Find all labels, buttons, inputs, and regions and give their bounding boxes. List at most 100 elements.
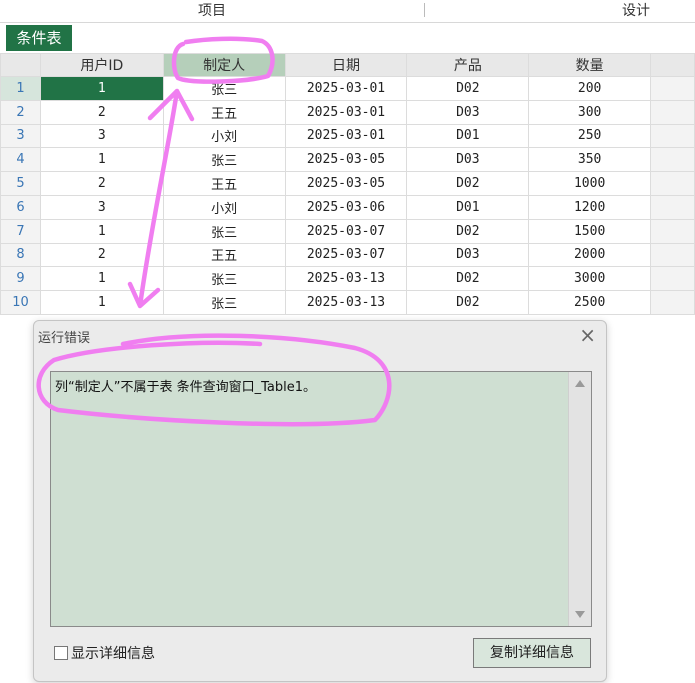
cell-creator[interactable]: 王五 xyxy=(162,242,286,268)
cell-date[interactable]: 2025-03-01 xyxy=(284,123,408,149)
cell-quantity[interactable]: 200 xyxy=(528,76,652,101)
cell-date[interactable]: 2025-03-05 xyxy=(284,147,408,173)
cell-quantity[interactable]: 1200 xyxy=(528,194,652,220)
table-row[interactable]: 1 1 张三 2025-03-01 D02 200 xyxy=(0,76,695,101)
table-row[interactable]: 2 2 王五 2025-03-01 D03 300 xyxy=(0,99,695,125)
cell-user-id[interactable]: 1 xyxy=(39,76,164,101)
row-number[interactable]: 3 xyxy=(0,123,41,149)
cell-quantity[interactable]: 1000 xyxy=(528,171,652,196)
cell-date[interactable]: 2025-03-05 xyxy=(284,171,408,196)
cell-user-id[interactable]: 2 xyxy=(39,242,164,268)
corner-cell[interactable] xyxy=(0,53,41,77)
grid-filler xyxy=(650,53,695,77)
top-bar: 项目 设计 xyxy=(0,0,695,23)
cell-user-id[interactable]: 2 xyxy=(39,171,164,196)
cell-product[interactable]: D03 xyxy=(406,99,530,125)
row-number[interactable]: 9 xyxy=(0,266,41,292)
cell-product[interactable]: D02 xyxy=(406,290,530,315)
cell-user-id[interactable]: 3 xyxy=(39,194,164,220)
grid-filler xyxy=(650,99,695,125)
grid-filler xyxy=(650,290,695,315)
table-row[interactable]: 5 2 王五 2025-03-05 D02 1000 xyxy=(0,171,695,196)
cell-product[interactable]: D02 xyxy=(406,218,530,244)
cell-date[interactable]: 2025-03-01 xyxy=(284,99,408,125)
error-dialog: 运行错误 × 列“制定人”不属于表 条件查询窗口_Table1。 显示详细信息 … xyxy=(33,320,607,682)
header-separator xyxy=(424,3,425,17)
cell-creator[interactable]: 张三 xyxy=(162,147,286,173)
table-row[interactable]: 6 3 小刘 2025-03-06 D01 1200 xyxy=(0,194,695,220)
cell-creator[interactable]: 张三 xyxy=(162,290,286,315)
cell-date[interactable]: 2025-03-01 xyxy=(284,76,408,101)
row-number[interactable]: 4 xyxy=(0,147,41,173)
cell-creator[interactable]: 小刘 xyxy=(162,123,286,149)
cell-date[interactable]: 2025-03-07 xyxy=(284,242,408,268)
row-number[interactable]: 2 xyxy=(0,99,41,125)
table-row[interactable]: 3 3 小刘 2025-03-01 D01 250 xyxy=(0,123,695,149)
cell-creator[interactable]: 张三 xyxy=(162,218,286,244)
cell-quantity[interactable]: 2500 xyxy=(528,290,652,315)
cell-product[interactable]: D02 xyxy=(406,76,530,101)
grid-filler xyxy=(650,171,695,196)
cell-quantity[interactable]: 2000 xyxy=(528,242,652,268)
row-number[interactable]: 7 xyxy=(0,218,41,244)
cell-user-id[interactable]: 3 xyxy=(39,123,164,149)
cell-user-id[interactable]: 2 xyxy=(39,99,164,125)
close-icon[interactable]: × xyxy=(579,325,596,345)
cell-product[interactable]: D02 xyxy=(406,171,530,196)
cell-user-id[interactable]: 1 xyxy=(39,266,164,292)
column-header-date[interactable]: 日期 xyxy=(284,53,408,77)
cell-date[interactable]: 2025-03-13 xyxy=(284,290,408,315)
cell-creator[interactable]: 张三 xyxy=(162,76,286,101)
table-row[interactable]: 9 1 张三 2025-03-13 D02 3000 xyxy=(0,266,695,292)
table-row[interactable]: 8 2 王五 2025-03-07 D03 2000 xyxy=(0,242,695,268)
header-right-title[interactable]: 设计 xyxy=(600,0,672,22)
scroll-down-arrow-icon[interactable] xyxy=(575,611,585,618)
cell-quantity[interactable]: 350 xyxy=(528,147,652,173)
cell-quantity[interactable]: 1500 xyxy=(528,218,652,244)
header-left-title: 项目 xyxy=(198,3,226,19)
row-number[interactable]: 6 xyxy=(0,194,41,220)
column-header-quantity[interactable]: 数量 xyxy=(528,53,652,77)
cell-user-id[interactable]: 1 xyxy=(39,218,164,244)
copy-details-button[interactable]: 复制详细信息 xyxy=(473,638,591,668)
column-header-creator[interactable]: 制定人 xyxy=(162,53,286,77)
table-row[interactable]: 10 1 张三 2025-03-13 D02 2500 xyxy=(0,290,695,315)
cell-creator[interactable]: 王五 xyxy=(162,171,286,196)
cell-quantity[interactable]: 250 xyxy=(528,123,652,149)
cell-product[interactable]: D03 xyxy=(406,147,530,173)
grid-filler xyxy=(650,266,695,292)
column-header-user-id[interactable]: 用户ID xyxy=(39,53,164,77)
cell-date[interactable]: 2025-03-07 xyxy=(284,218,408,244)
cell-creator[interactable]: 小刘 xyxy=(162,194,286,220)
scroll-up-arrow-icon[interactable] xyxy=(575,380,585,387)
row-number[interactable]: 8 xyxy=(0,242,41,268)
cell-product[interactable]: D02 xyxy=(406,266,530,292)
cell-user-id[interactable]: 1 xyxy=(39,147,164,173)
show-details-toggle[interactable]: 显示详细信息 xyxy=(54,643,155,663)
table-row[interactable]: 7 1 张三 2025-03-07 D02 1500 xyxy=(0,218,695,244)
row-number[interactable]: 1 xyxy=(0,76,41,101)
show-details-label: 显示详细信息 xyxy=(71,646,155,662)
grid-filler xyxy=(650,76,695,101)
grid-filler xyxy=(650,218,695,244)
message-scrollbar[interactable] xyxy=(568,372,591,626)
cell-date[interactable]: 2025-03-06 xyxy=(284,194,408,220)
cell-quantity[interactable]: 3000 xyxy=(528,266,652,292)
show-details-checkbox[interactable] xyxy=(54,646,68,660)
table-row[interactable]: 4 1 张三 2025-03-05 D03 350 xyxy=(0,147,695,173)
cell-product[interactable]: D01 xyxy=(406,123,530,149)
grid-filler xyxy=(650,194,695,220)
cell-creator[interactable]: 王五 xyxy=(162,99,286,125)
tab-condition-table[interactable]: 条件表 xyxy=(6,25,72,51)
cell-date[interactable]: 2025-03-13 xyxy=(284,266,408,292)
column-header-product[interactable]: 产品 xyxy=(406,53,530,77)
cell-product[interactable]: D03 xyxy=(406,242,530,268)
row-number[interactable]: 5 xyxy=(0,171,41,196)
message-box[interactable]: 列“制定人”不属于表 条件查询窗口_Table1。 xyxy=(50,371,592,627)
cell-creator[interactable]: 张三 xyxy=(162,266,286,292)
cell-quantity[interactable]: 300 xyxy=(528,99,652,125)
row-number[interactable]: 10 xyxy=(0,290,41,315)
cell-user-id[interactable]: 1 xyxy=(39,290,164,315)
dialog-title: 运行错误 xyxy=(38,331,91,346)
cell-product[interactable]: D01 xyxy=(406,194,530,220)
